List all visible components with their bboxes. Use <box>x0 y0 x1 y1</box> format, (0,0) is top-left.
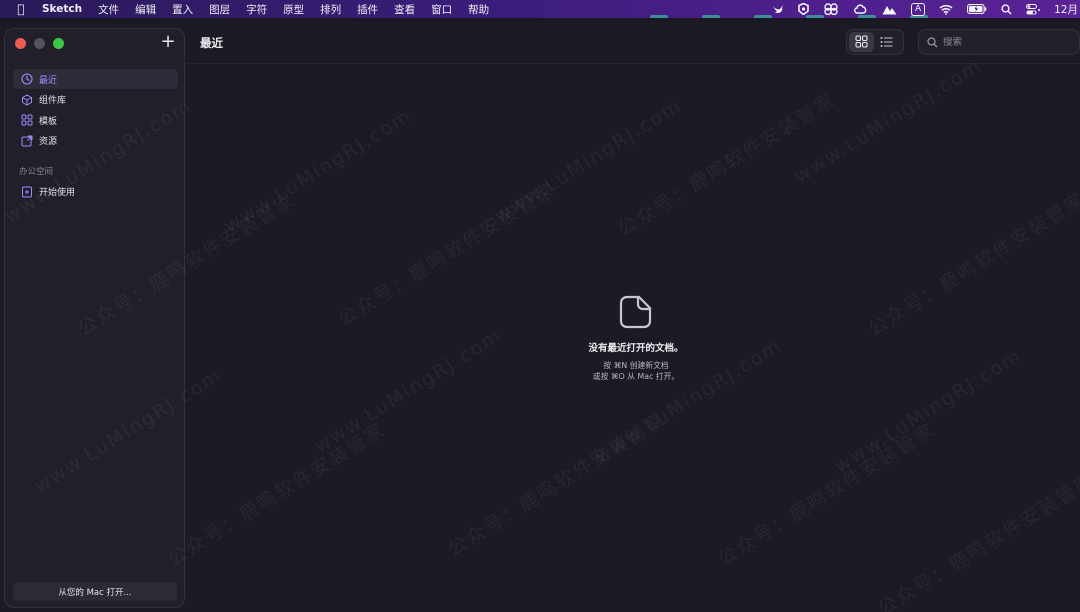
menu-plugins[interactable]: 插件 <box>357 2 378 17</box>
grid-view-button[interactable] <box>849 32 874 52</box>
bird-icon[interactable] <box>772 4 784 15</box>
menu-insert[interactable]: 置入 <box>172 2 193 17</box>
cube-icon <box>21 94 33 106</box>
sidebar: + 最近 组件库 模板 资源 办公空间 开始使用 从您的 Mac 打开... <box>4 28 185 608</box>
apple-icon[interactable]:  <box>14 2 28 16</box>
search-box <box>918 29 1080 55</box>
sidebar-item-label: 最近 <box>39 75 58 86</box>
close-window-button[interactable] <box>15 38 26 49</box>
view-mode-toggle <box>846 29 904 55</box>
templates-icon <box>21 114 33 126</box>
empty-state-hint-new: 按 ⌘N 创建新文档 <box>603 361 669 370</box>
menu-bar:  Sketch 文件 编辑 置入 图层 字符 原型 排列 插件 查看 窗口 帮… <box>0 0 1080 18</box>
mountain-icon[interactable] <box>882 4 897 15</box>
sidebar-item-label: 模板 <box>39 116 58 127</box>
menu-window[interactable]: 窗口 <box>431 2 452 17</box>
empty-state: 没有最近打开的文档。 按 ⌘N 创建新文档 或按 ⌘O 从 Mac 打开。 <box>186 294 1080 382</box>
menu-help[interactable]: 帮助 <box>468 2 489 17</box>
menu-arrange[interactable]: 排列 <box>320 2 341 17</box>
search-icon <box>927 33 938 52</box>
workspace-section-title: 办公空间 <box>19 166 54 177</box>
menu-text[interactable]: 字符 <box>246 2 267 17</box>
sidebar-nav: 最近 组件库 模板 资源 办公空间 开始使用 <box>13 69 178 202</box>
main-toolbar: 最近 <box>186 22 1080 64</box>
document-icon <box>619 294 653 330</box>
sidebar-item-libraries[interactable]: 组件库 <box>13 90 178 110</box>
list-icon <box>880 33 893 52</box>
sidebar-item-templates[interactable]: 模板 <box>13 110 178 130</box>
search-input[interactable] <box>943 36 1063 48</box>
page-title: 最近 <box>200 36 223 50</box>
start-icon <box>21 186 33 198</box>
sketch-window: + 最近 组件库 模板 资源 办公空间 开始使用 从您的 Mac 打开... 最… <box>0 22 1080 612</box>
new-document-button[interactable]: + <box>159 33 177 51</box>
sidebar-item-label: 组件库 <box>39 96 67 106</box>
empty-state-hint-open: 或按 ⌘O 从 Mac 打开。 <box>592 372 680 381</box>
minimize-window-button[interactable] <box>34 38 45 49</box>
rings-icon[interactable] <box>823 3 839 15</box>
sidebar-item-label: 资源 <box>39 137 58 147</box>
menu-view[interactable]: 查看 <box>394 2 415 17</box>
creative-cloud-icon[interactable] <box>853 3 868 15</box>
wifi-icon[interactable] <box>939 4 953 15</box>
search-icon[interactable] <box>1001 3 1012 15</box>
battery-icon[interactable] <box>967 4 987 14</box>
menu-file[interactable]: 文件 <box>98 2 119 17</box>
empty-state-headline: 没有最近打开的文档。 <box>588 343 684 354</box>
resources-icon <box>21 135 33 147</box>
sidebar-item-recent[interactable]: 最近 <box>13 69 178 89</box>
window-controls <box>15 38 64 49</box>
grid-icon <box>855 33 868 52</box>
menubar-status-area: A 12月 <box>765 0 1080 18</box>
plus-icon: + <box>160 31 176 52</box>
open-from-mac-button[interactable]: 从您的 Mac 打开... <box>13 582 177 601</box>
input-source-indicator[interactable]: A <box>910 2 926 16</box>
menu-edit[interactable]: 编辑 <box>135 2 156 17</box>
clock-icon <box>21 73 33 85</box>
menu-prototype[interactable]: 原型 <box>283 2 304 17</box>
maximize-window-button[interactable] <box>53 38 64 49</box>
list-view-button[interactable] <box>874 32 899 52</box>
sidebar-item-get-started[interactable]: 开始使用 <box>13 182 178 202</box>
sidebar-item-resources[interactable]: 资源 <box>13 131 178 151</box>
shield-icon[interactable] <box>798 3 809 15</box>
control-center-icon[interactable] <box>1026 3 1041 15</box>
menu-app-name[interactable]: Sketch <box>42 3 82 15</box>
sidebar-item-label: 开始使用 <box>39 188 76 198</box>
menubar-clock[interactable]: 12月 <box>1054 2 1078 17</box>
menu-layer[interactable]: 图层 <box>209 2 230 17</box>
